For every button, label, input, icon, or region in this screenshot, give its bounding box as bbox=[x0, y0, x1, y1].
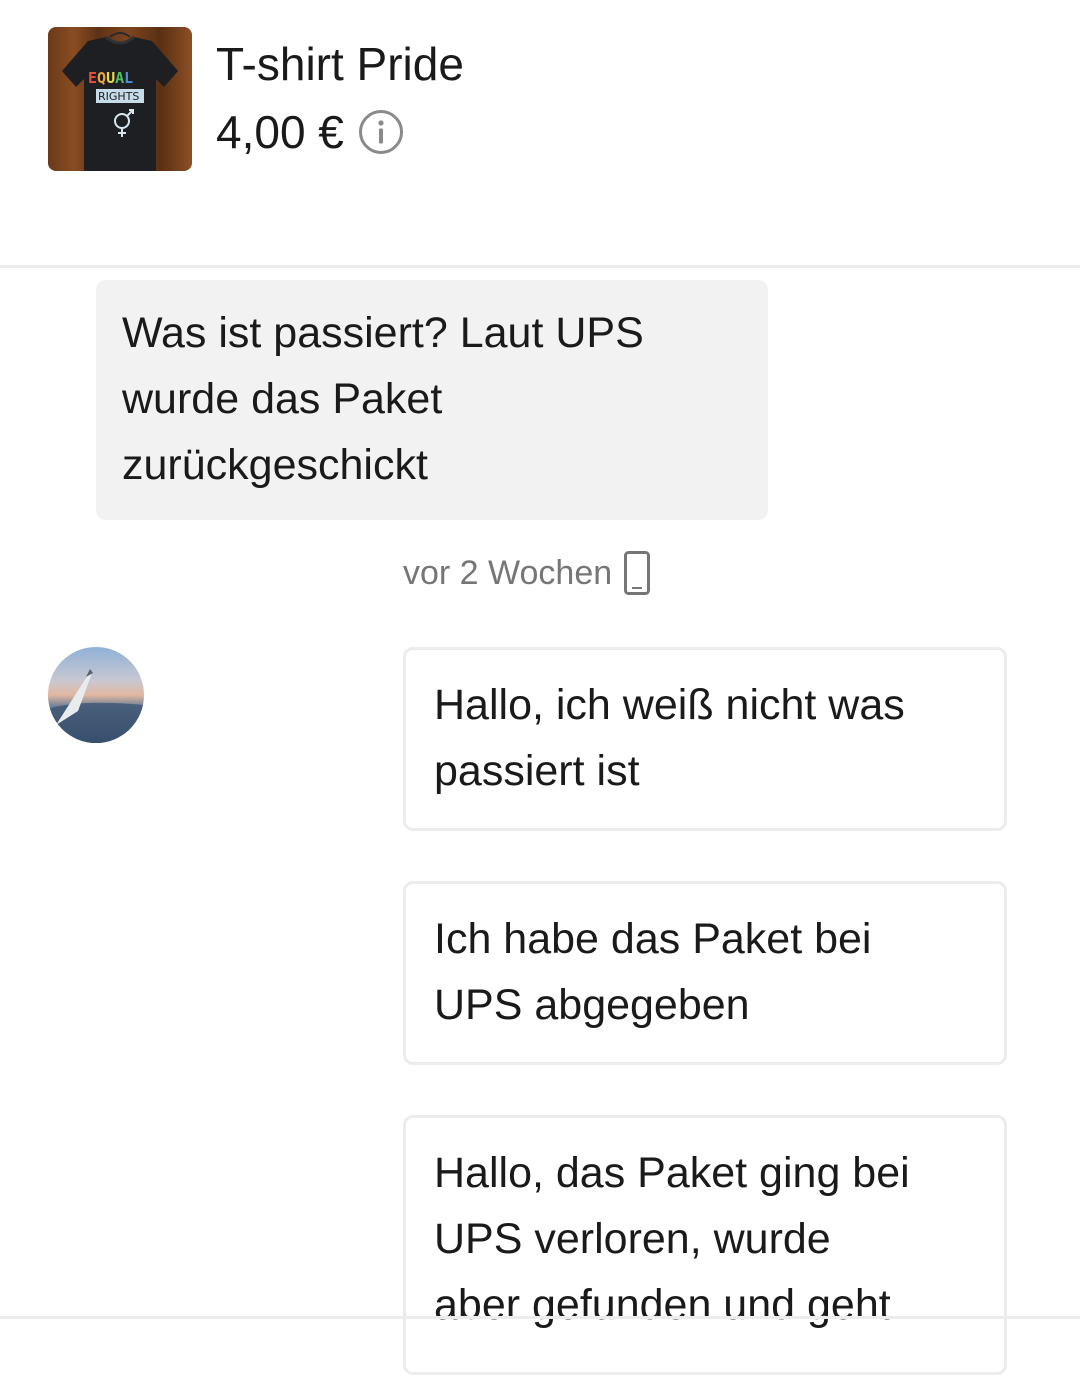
tshirt-photo-icon: EQUAL RIGHTS bbox=[62, 32, 178, 171]
message-text: Ich habe das Paket bei UPS abgegeben bbox=[434, 915, 872, 1029]
item-title[interactable]: T-shirt Pride bbox=[216, 36, 464, 92]
message-timestamp: vor 2 Wochen bbox=[403, 548, 651, 598]
message-text: Hallo, das Paket ging bei UPS verloren, … bbox=[434, 1149, 910, 1329]
message-text: Was ist passiert? Laut UPS wurde das Pak… bbox=[122, 309, 644, 489]
item-header[interactable]: EQUAL RIGHTS T-shirt Pride 4,00 € bbox=[0, 0, 1080, 268]
composer-divider bbox=[0, 1316, 1080, 1319]
message-text: Hallo, ich weiß nicht was passiert ist bbox=[434, 681, 905, 795]
phone-icon bbox=[624, 551, 651, 595]
item-thumbnail[interactable]: EQUAL RIGHTS bbox=[48, 27, 192, 171]
info-icon[interactable] bbox=[358, 109, 404, 155]
shirt-print-equal: EQUAL bbox=[88, 69, 133, 87]
avatar[interactable] bbox=[48, 647, 144, 743]
shirt-print-rights: RIGHTS bbox=[98, 90, 139, 103]
item-price: 4,00 € bbox=[216, 106, 344, 158]
outgoing-message[interactable]: Hallo, ich weiß nicht was passiert ist bbox=[403, 647, 1007, 831]
incoming-message[interactable]: Was ist passiert? Laut UPS wurde das Pak… bbox=[96, 280, 768, 520]
outgoing-message[interactable]: Ich habe das Paket bei UPS abgegeben bbox=[403, 881, 1007, 1065]
airplane-wing-photo-icon bbox=[48, 647, 144, 743]
outgoing-message[interactable]: Hallo, das Paket ging bei UPS verloren, … bbox=[403, 1115, 1007, 1375]
timestamp-label: vor 2 Wochen bbox=[403, 553, 613, 592]
item-price-row: 4,00 € bbox=[216, 102, 404, 162]
